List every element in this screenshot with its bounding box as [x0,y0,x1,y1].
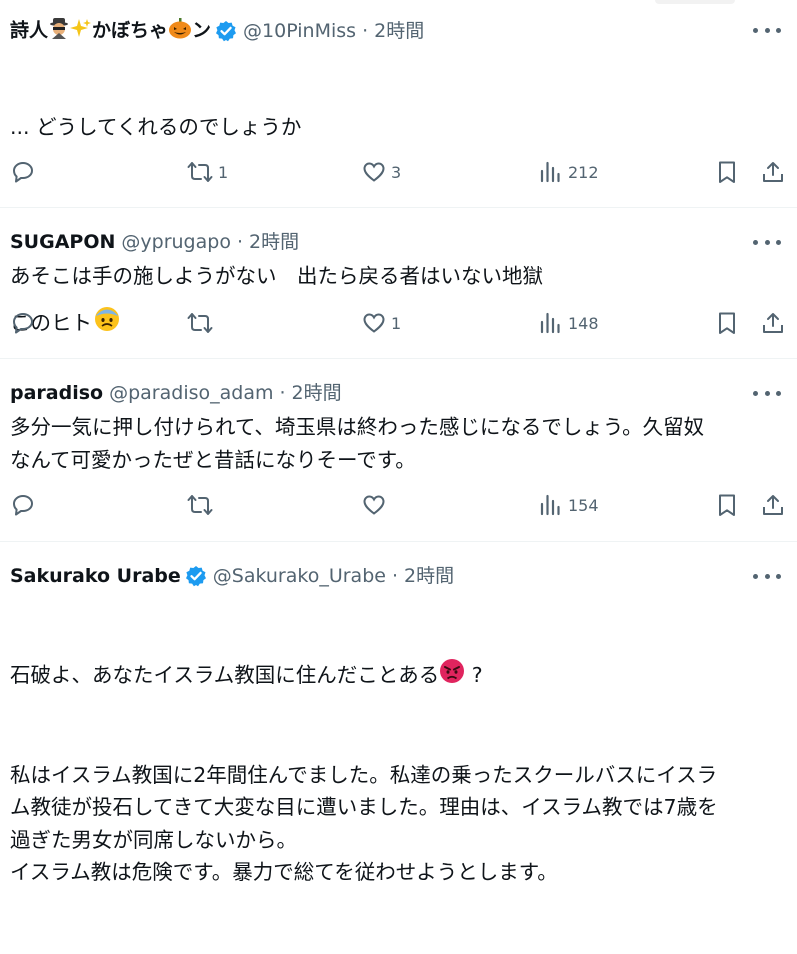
verified-badge-icon [185,565,207,587]
tweet-4[interactable]: Sakurako Urabe @Sakurako_Urabe · 2時間 石破よ… [0,541,797,884]
views-icon [539,160,563,184]
action-bar: 1 3 212 [0,160,797,190]
tweet-text-rest: 私はイスラム教国に2年間住んでました。私達の乗ったスクールバスにイスラ ム教徒が… [10,762,718,885]
like-count: 3 [391,162,402,182]
tweet-header: Sakurako Urabe @Sakurako_Urabe · 2時間 [10,564,454,588]
display-name[interactable]: 詩人 かぼちゃン [10,17,211,45]
more-icon[interactable] [753,564,781,588]
views-icon [539,493,563,517]
tweet-text: あそこは手の施しようがない 出たら戻る者はいない地獄 [10,264,543,288]
verified-badge-icon [215,20,237,42]
handle[interactable]: @paradiso_adam [109,381,273,405]
like-icon [362,311,386,335]
retweet-icon [187,160,213,184]
timestamp[interactable]: 2時間 [374,19,424,43]
share-icon [761,311,785,335]
reply-button[interactable] [11,311,35,335]
display-name[interactable]: Sakurako Urabe [10,564,181,588]
display-name[interactable]: paradiso [10,381,103,405]
action-bar: 154 [0,493,797,523]
views-button[interactable]: 148 [539,311,599,335]
retweet-button[interactable] [187,493,213,517]
retweet-count: 1 [218,162,229,182]
tweet-1[interactable]: 詩人 かぼちゃン @10PinMiss · 2時間 ... どうしてくれるのでしょ… [0,0,797,334]
bookmark-icon [715,311,739,335]
more-icon[interactable] [753,18,781,42]
like-icon [362,493,386,517]
action-bar: 1 148 [0,311,797,341]
separator: · [236,231,243,253]
bookmark-icon [715,493,739,517]
views-count: 154 [568,495,599,515]
like-count: 1 [391,313,402,333]
pumpkin-emoji-icon [168,17,192,45]
like-button[interactable] [362,493,386,517]
tweet-header: 詩人 かぼちゃン @10PinMiss · 2時間 [10,17,424,45]
retweet-icon [187,493,213,517]
share-button[interactable] [761,493,785,517]
more-icon[interactable] [753,381,781,405]
share-icon [761,493,785,517]
reply-button[interactable] [11,493,35,517]
handle[interactable]: @yprugapo [121,230,231,254]
separator: · [362,20,369,42]
tweet-2[interactable]: SUGAPON @yprugapo · 2時間 あそこは手の施しようがない 出た… [0,207,797,359]
separator: · [391,565,398,587]
retweet-button[interactable] [187,311,213,335]
like-button[interactable]: 3 [362,160,401,184]
views-count: 148 [568,313,599,333]
more-icon[interactable] [753,230,781,254]
tweet-text-line: 石破よ、あなたイスラム教国に住んだことある ? [10,658,783,694]
share-button[interactable] [761,311,785,335]
spy-emoji-icon [48,17,70,45]
like-button[interactable]: 1 [362,311,401,335]
bookmark-button[interactable] [715,493,739,517]
bookmark-button[interactable] [715,311,739,335]
bookmark-icon [715,160,739,184]
timestamp[interactable]: 2時間 [292,381,342,405]
views-count: 212 [568,162,599,182]
views-icon [539,311,563,335]
tweet-header: paradiso @paradiso_adam · 2時間 [10,381,342,405]
tweet-3[interactable]: paradiso @paradiso_adam · 2時間 多分一気に押し付けら… [0,358,797,542]
reply-icon [11,311,35,335]
tweet-header: SUGAPON @yprugapo · 2時間 [10,230,299,254]
tweet-text: 石破よ、あなたイスラム教国に住んだことある ? 私はイスラム教国に2年間住んでま… [10,593,783,954]
reply-button[interactable] [11,160,35,184]
like-icon [362,160,386,184]
tweet-text: 多分一気に押し付けられて、埼玉県は終わった感じになるでしょう。久留奴 なんて可愛… [10,415,705,472]
views-button[interactable]: 154 [539,493,599,517]
retweet-button[interactable]: 1 [187,160,228,184]
views-button[interactable]: 212 [539,160,599,184]
timestamp[interactable]: 2時間 [404,564,454,588]
handle[interactable]: @Sakurako_Urabe [213,564,386,588]
sparkles-emoji-icon [70,17,92,45]
separator: · [279,382,286,404]
retweet-icon [187,311,213,335]
bookmark-button[interactable] [715,160,739,184]
tweet-text-line: ... どうしてくれるのでしょうか [10,115,302,139]
reply-icon [11,493,35,517]
reply-icon [11,160,35,184]
display-name[interactable]: SUGAPON [10,230,115,254]
share-button[interactable] [761,160,785,184]
angry-face-emoji-icon [439,658,465,694]
share-icon [761,160,785,184]
timestamp[interactable]: 2時間 [249,230,299,254]
handle[interactable]: @10PinMiss [243,19,356,43]
